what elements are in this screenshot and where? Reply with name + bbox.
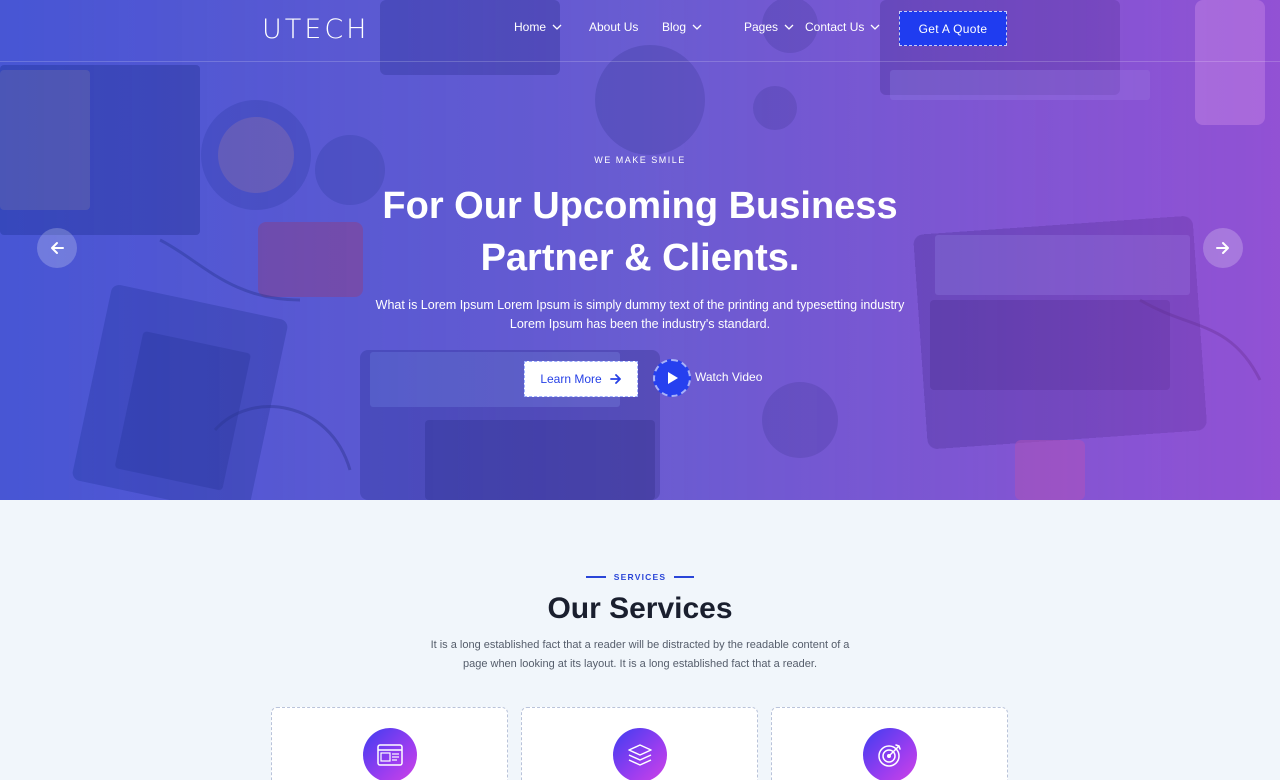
watch-video-link[interactable]: Watch Video [695, 370, 762, 384]
browser-window-icon [377, 744, 403, 766]
divider-line [585, 576, 606, 578]
nav-item-blog[interactable]: Blog [662, 20, 744, 34]
nav-item-label: Contact Us [805, 20, 865, 34]
arrow-right-icon [1216, 242, 1229, 254]
hero-headline-line1: For Our Upcoming Business [382, 185, 898, 227]
services-title: Our Services [547, 592, 733, 625]
hero-subtext-line2: Lorem Ipsum has been the industry's stan… [509, 317, 771, 331]
hero-headline: For Our Upcoming Business Partner & Clie… [340, 180, 940, 284]
arrow-left-icon [51, 242, 64, 254]
nav-item-about[interactable]: About Us [589, 20, 662, 34]
main-nav: Home About Us Blog Pages Contact Us [514, 20, 885, 34]
chevron-down-icon [692, 24, 702, 30]
nav-item-label: Pages [744, 20, 779, 34]
service-icon-badge [363, 728, 417, 780]
learn-more-button[interactable]: Learn More [524, 361, 638, 397]
layers-icon [628, 744, 652, 766]
services-section: SERVICES Our Services It is a long estab… [0, 500, 1280, 780]
get-quote-button[interactable]: Get A Quote [899, 11, 1007, 46]
arrow-right-icon [609, 374, 621, 384]
slider-prev-button[interactable] [37, 228, 77, 268]
service-icon-badge [613, 728, 667, 780]
nav-item-label: Home [514, 20, 547, 34]
nav-item-home[interactable]: Home [514, 20, 589, 34]
nav-item-contact[interactable]: Contact Us [805, 20, 885, 34]
services-eyebrow: SERVICES [0, 572, 1280, 582]
chevron-down-icon [552, 24, 562, 30]
play-video-button[interactable] [653, 359, 691, 397]
service-icon-badge [863, 728, 917, 780]
target-icon [878, 744, 901, 767]
services-desc-line2: page when looking at its layout. It is a… [462, 658, 818, 670]
play-icon [668, 372, 678, 384]
hero-subtext: What is Lorem Ipsum Lorem Ipsum is simpl… [360, 296, 920, 334]
chevron-down-icon [870, 24, 880, 30]
nav-item-pages[interactable]: Pages [744, 20, 805, 34]
services-desc-line1: It is a long established fact that a rea… [430, 639, 850, 651]
hero-headline-line2: Partner & Clients. [480, 237, 800, 279]
service-card[interactable] [521, 707, 758, 780]
service-card[interactable] [771, 707, 1008, 780]
learn-more-label: Learn More [540, 372, 602, 386]
site-logo[interactable]: UTECH [262, 14, 369, 45]
slider-next-button[interactable] [1203, 228, 1243, 268]
hero-eyebrow: WE MAKE SMILE [594, 155, 686, 165]
site-header: UTECH Home About Us Blog Pages Contact U… [0, 0, 1280, 62]
hero-section: UTECH Home About Us Blog Pages Contact U… [0, 0, 1280, 500]
divider-line [674, 576, 695, 578]
service-card[interactable] [271, 707, 508, 780]
hero-subtext-line1: What is Lorem Ipsum Lorem Ipsum is simpl… [375, 298, 905, 312]
nav-item-label: Blog [662, 20, 687, 34]
services-description: It is a long established fact that a rea… [420, 636, 860, 674]
services-eyebrow-label: SERVICES [613, 572, 667, 582]
nav-item-label: About Us [589, 20, 639, 34]
chevron-down-icon [784, 24, 794, 30]
